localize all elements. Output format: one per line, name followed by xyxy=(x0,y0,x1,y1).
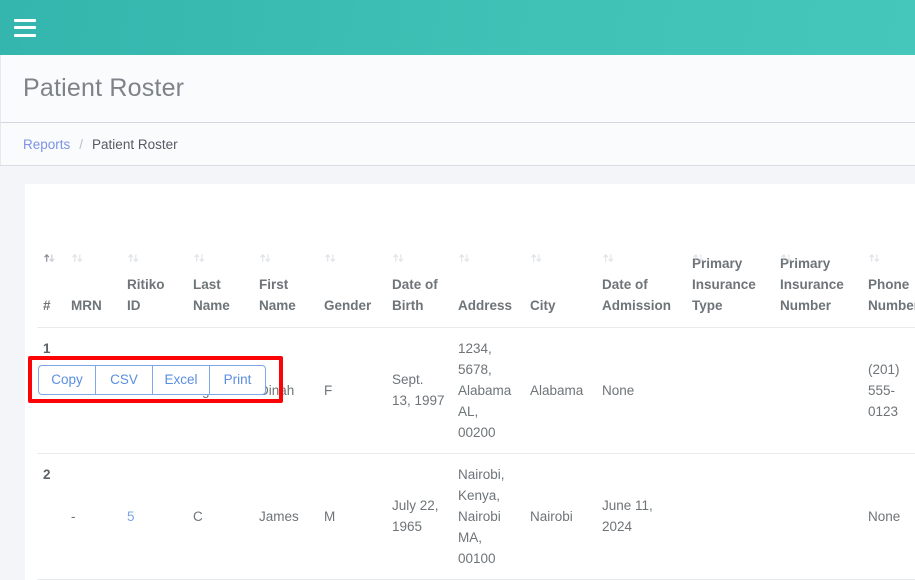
cell-addr: Nairobi, Kenya, Nairobi MA, 00100 xyxy=(452,453,524,579)
table-header: # MRN Ritiko ID Last Name First Name Gender Da… xyxy=(37,249,915,327)
export-button-group: CopyCSVExcelPrint xyxy=(38,365,266,395)
column-header-idx[interactable]: # xyxy=(37,249,65,327)
column-header-first[interactable]: First Name xyxy=(253,249,318,327)
hamburger-bar xyxy=(14,19,36,22)
cell-ritiko: 5 xyxy=(121,453,187,579)
cell-phone: None xyxy=(862,453,915,579)
cell-city: Nairobi xyxy=(524,453,596,579)
cell-doa: June 11, 2024 xyxy=(596,453,686,579)
content-area: # MRN Ritiko ID Last Name First Name Gender Da… xyxy=(0,165,915,580)
column-header-label: Address xyxy=(458,298,512,313)
cell-mrn: - xyxy=(65,453,121,579)
sort-icon xyxy=(868,252,881,265)
column-header-label: First Name xyxy=(259,277,296,313)
table-row[interactable]: 2-5 CJamesMJuly 22, 1965Nairobi, Kenya, N… xyxy=(37,453,915,579)
column-header-label: Gender xyxy=(324,298,371,313)
column-header-label: City xyxy=(530,298,556,313)
hamburger-menu-icon[interactable] xyxy=(14,19,36,37)
cell-phone: (201) 555-0123 xyxy=(862,327,915,453)
sort-icon xyxy=(127,252,140,265)
column-header-dob[interactable]: Date of Birth xyxy=(386,249,452,327)
cell-city: Alabama xyxy=(524,327,596,453)
column-header-label: MRN xyxy=(71,298,102,313)
cell-last: C xyxy=(187,453,253,579)
cell-pit xyxy=(686,453,774,579)
sort-icon xyxy=(392,252,405,265)
cell-gender: M xyxy=(318,453,386,579)
sort-icon xyxy=(458,252,471,265)
column-header-mrn[interactable]: MRN xyxy=(65,249,121,327)
column-header-label: Last Name xyxy=(193,277,230,313)
column-header-pit[interactable]: Primary Insurance Type xyxy=(686,249,774,327)
sort-icon xyxy=(780,252,793,265)
export-button-excel[interactable]: Excel xyxy=(152,365,209,395)
hamburger-bar xyxy=(14,26,36,29)
sort-icon xyxy=(324,252,337,265)
cell-dob: Sept. 13, 1997 xyxy=(386,327,452,453)
sort-icon xyxy=(602,252,615,265)
column-header-last[interactable]: Last Name xyxy=(187,249,253,327)
row-index: 2 xyxy=(37,453,65,579)
column-header-label: Phone Number xyxy=(868,277,915,313)
breadcrumb-separator: / xyxy=(79,137,83,152)
ritiko-id-link[interactable]: 5 xyxy=(127,509,135,524)
sort-icon xyxy=(43,252,56,265)
table-header-row: # MRN Ritiko ID Last Name First Name Gender Da… xyxy=(37,249,915,327)
cell-pin xyxy=(774,327,862,453)
column-header-label: Date of Admission xyxy=(602,277,671,313)
export-button-print[interactable]: Print xyxy=(209,365,266,395)
sort-icon xyxy=(193,252,206,265)
cell-dob: July 22, 1965 xyxy=(386,453,452,579)
column-header-label: Date of Birth xyxy=(392,277,438,313)
cell-doa: None xyxy=(596,327,686,453)
column-header-addr[interactable]: Address xyxy=(452,249,524,327)
breadcrumb-link-reports[interactable]: Reports xyxy=(23,137,70,152)
cell-pin xyxy=(774,453,862,579)
sort-icon xyxy=(259,252,272,265)
sort-icon xyxy=(530,252,543,265)
cell-gender: F xyxy=(318,327,386,453)
column-header-city[interactable]: City xyxy=(524,249,596,327)
patient-roster-table: # MRN Ritiko ID Last Name First Name Gender Da… xyxy=(37,249,915,580)
breadcrumb-current: Patient Roster xyxy=(92,137,178,152)
column-header-pin[interactable]: Primary Insurance Number xyxy=(774,249,862,327)
column-header-label: # xyxy=(43,298,51,313)
column-header-doa[interactable]: Date of Admission xyxy=(596,249,686,327)
cell-pit xyxy=(686,327,774,453)
sort-icon xyxy=(692,252,705,265)
export-button-csv[interactable]: CSV xyxy=(95,365,152,395)
column-header-phone[interactable]: Phone Number xyxy=(862,249,915,327)
table-scroll-container[interactable]: # MRN Ritiko ID Last Name First Name Gender Da… xyxy=(37,249,915,580)
cell-first: James xyxy=(253,453,318,579)
top-navbar xyxy=(0,0,915,55)
cell-addr: 1234, 5678, Alabama AL, 00200 xyxy=(452,327,524,453)
sort-icon xyxy=(71,252,84,265)
column-header-label: Ritiko ID xyxy=(127,277,165,313)
page-title-bar: Patient Roster xyxy=(0,55,915,122)
column-header-ritiko[interactable]: Ritiko ID xyxy=(121,249,187,327)
export-button-copy[interactable]: Copy xyxy=(38,365,95,395)
hamburger-bar xyxy=(14,34,36,37)
page-title: Patient Roster xyxy=(23,74,184,103)
breadcrumb: Reports / Patient Roster xyxy=(0,122,915,165)
column-header-gender[interactable]: Gender xyxy=(318,249,386,327)
